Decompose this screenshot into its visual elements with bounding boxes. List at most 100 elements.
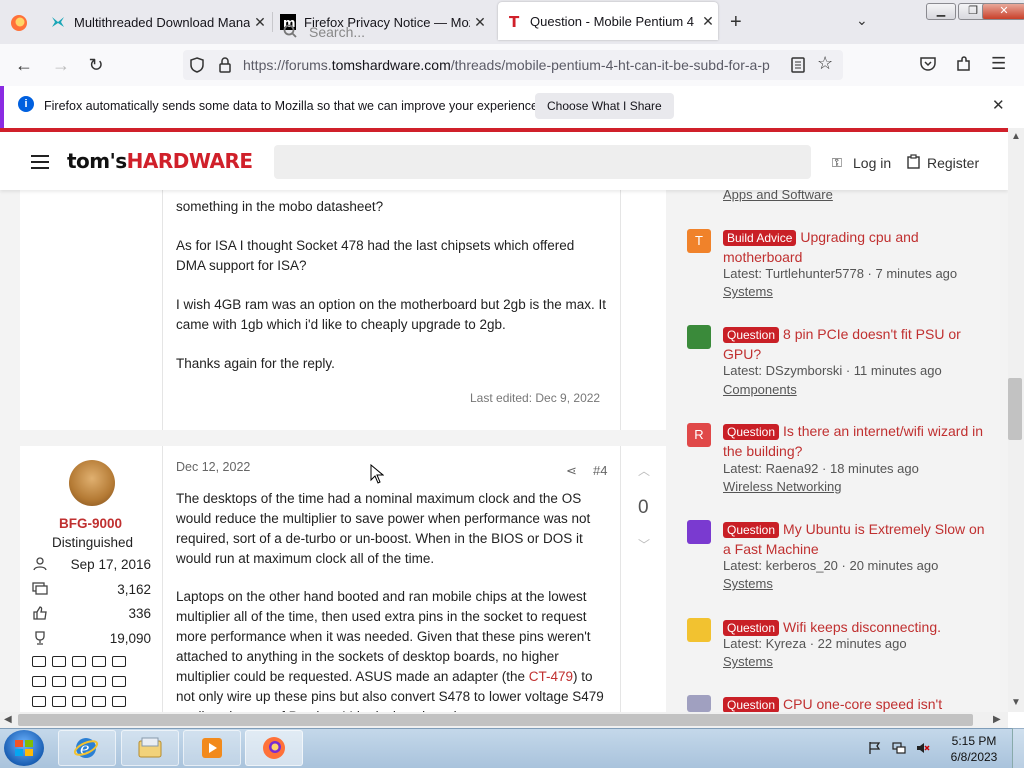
scroll-left-arrow-icon[interactable]: ◀ — [4, 714, 12, 725]
post-number-link[interactable]: #4 — [593, 463, 607, 478]
forward-arrow-icon[interactable]: → — [50, 54, 72, 76]
latest-post-info: Latest: DSzymborski · 11 minutes ago — [723, 363, 942, 378]
upvote-chevron-icon[interactable]: ︿ — [638, 462, 650, 479]
back-arrow-icon[interactable]: ← — [13, 54, 35, 76]
forum-link[interactable]: Systems — [723, 576, 773, 591]
extensions-puzzle-icon[interactable] — [955, 55, 973, 73]
scroll-down-arrow-icon[interactable]: ▼ — [1011, 697, 1021, 708]
media-player-icon — [202, 738, 222, 758]
prefix-badge: Question — [723, 697, 780, 712]
last-edited-text: Last edited: Dec 9, 2022 — [470, 391, 601, 405]
forum-link[interactable]: Systems — [723, 654, 773, 669]
firefox-view-icon[interactable] — [9, 13, 29, 33]
share-icon[interactable]: ⋖ — [566, 463, 577, 479]
trophy-badges-row — [32, 696, 150, 708]
close-icon[interactable]: ✕ — [698, 13, 718, 30]
tab-multithreaded-download[interactable]: Multithreaded Download Mana ✕ — [50, 0, 270, 44]
latest-post-info: Latest: Kyreza · 22 minutes ago — [723, 636, 907, 651]
minimize-button[interactable]: ▁ — [926, 3, 956, 20]
svg-text:T: T — [509, 13, 520, 29]
post-paragraph: Laptops on the other hand booted and ran… — [176, 589, 604, 712]
avatar[interactable] — [687, 695, 711, 712]
ct-479-link[interactable]: CT-479 — [529, 669, 573, 684]
new-tab-plus-icon[interactable]: + — [730, 11, 742, 34]
toms-hardware-t-icon: T — [509, 13, 520, 29]
avatar[interactable] — [687, 520, 711, 544]
menu-hamburger-icon[interactable] — [31, 155, 49, 169]
messages-icon — [32, 582, 48, 595]
avatar[interactable] — [687, 618, 711, 642]
forum-link[interactable]: Systems — [723, 284, 773, 299]
windows-logo-icon — [15, 740, 33, 756]
thread-title-link[interactable]: Question My Ubuntu is Extremely Slow on a… — [723, 519, 988, 559]
vote-count: 0 — [638, 497, 649, 518]
clock-time: 5:15 PM — [951, 734, 997, 748]
system-clock[interactable]: 5:15 PM 6/8/2023 — [944, 733, 1004, 765]
action-center-flag-icon[interactable] — [868, 741, 882, 755]
bookmark-star-icon[interactable]: ☆ — [817, 53, 833, 74]
avatar[interactable] — [687, 325, 711, 349]
show-desktop-button[interactable] — [1012, 728, 1024, 768]
reader-view-icon[interactable] — [790, 56, 806, 74]
latest-post-info: Latest: kerberos_20 · 20 minutes ago — [723, 558, 939, 573]
list-all-tabs-chevron-icon[interactable]: ⌄ — [856, 12, 868, 29]
points: 19,090 — [109, 631, 151, 646]
username-link[interactable]: BFG-9000 — [59, 516, 122, 531]
thumbs-up-icon — [33, 606, 47, 620]
close-icon[interactable]: ✕ — [250, 14, 270, 31]
horizontal-scrollbar-thumb[interactable] — [18, 714, 973, 726]
clock-date: 6/8/2023 — [950, 750, 998, 764]
avatar[interactable]: T — [687, 229, 711, 253]
reload-icon[interactable]: ↻ — [85, 54, 107, 76]
thread-title-link[interactable]: Build Advice Upgrading cpu and motherboar… — [723, 227, 988, 267]
url-text[interactable]: https://forums.tomshardware.com/threads/… — [243, 57, 783, 73]
post-user-column — [20, 190, 163, 430]
scroll-up-arrow-icon[interactable]: ▲ — [1011, 131, 1021, 142]
thread-title-link[interactable]: Question Wifi keeps disconnecting. — [723, 617, 988, 637]
folder-icon — [138, 737, 162, 758]
toms-hardware-logo[interactable]: tom'sHARDWARE — [67, 149, 253, 173]
vertical-scrollbar-thumb[interactable] — [1008, 378, 1022, 440]
clipboard-register-icon — [907, 154, 920, 169]
tab-separator — [272, 12, 273, 32]
search-input[interactable] — [274, 145, 811, 179]
prefix-badge: Question — [723, 620, 780, 636]
search-placeholder: Search... — [309, 24, 366, 40]
reaction-score: 336 — [128, 606, 151, 621]
forum-link[interactable]: Components — [723, 382, 797, 397]
info-icon: i — [18, 96, 34, 112]
thread-title-link[interactable]: Question Is there an internet/wifi wizard… — [723, 421, 988, 461]
lock-icon[interactable] — [217, 56, 233, 74]
login-link[interactable]: Log in — [853, 155, 891, 171]
network-icon[interactable] — [892, 741, 906, 755]
post-divider — [620, 446, 621, 716]
pocket-icon[interactable] — [919, 56, 937, 72]
close-icon[interactable]: ✕ — [992, 96, 1005, 114]
app-menu-hamburger-icon[interactable]: ☰ — [991, 54, 1006, 74]
register-link[interactable]: Register — [927, 155, 979, 171]
thread-title-link[interactable]: Question 8 pin PCIe doesn't fit PSU or GP… — [723, 324, 988, 364]
prefix-badge: Question — [723, 327, 780, 343]
avatar[interactable]: R — [687, 423, 711, 447]
notification-text: Firefox automatically sends some data to… — [44, 99, 542, 113]
user-person-icon — [33, 557, 47, 571]
tab-question-mobile-pentium[interactable]: T Question - Mobile Pentium 4 H ✕ — [498, 2, 718, 40]
close-icon[interactable]: ✕ — [470, 14, 490, 31]
post-paragraph: As for ISA I thought Socket 478 had the … — [176, 238, 575, 273]
multithreaded-download-icon — [52, 17, 64, 27]
forum-link[interactable]: Wireless Networking — [723, 479, 841, 494]
prefix-badge: Build Advice — [723, 230, 797, 246]
post-paragraph: something in the mobo datasheet? — [176, 199, 384, 214]
tracking-protection-shield-icon[interactable] — [188, 56, 206, 74]
post-date[interactable]: Dec 12, 2022 — [176, 460, 250, 474]
post-paragraph: I wish 4GB ram was an option on the moth… — [176, 297, 606, 332]
thread-title-link[interactable]: Question CPU one-core speed isn't — [723, 694, 988, 712]
avatar[interactable] — [69, 460, 115, 506]
downvote-chevron-icon[interactable]: ﹀ — [638, 536, 650, 553]
choose-what-i-share-button[interactable]: Choose What I Share — [535, 93, 674, 119]
scroll-right-arrow-icon[interactable]: ▶ — [993, 714, 1001, 725]
trophy-badges-row — [32, 676, 150, 688]
close-window-button[interactable]: ✕ — [982, 3, 1024, 20]
mouse-cursor-icon — [370, 464, 384, 484]
volume-muted-icon[interactable] — [916, 741, 930, 755]
